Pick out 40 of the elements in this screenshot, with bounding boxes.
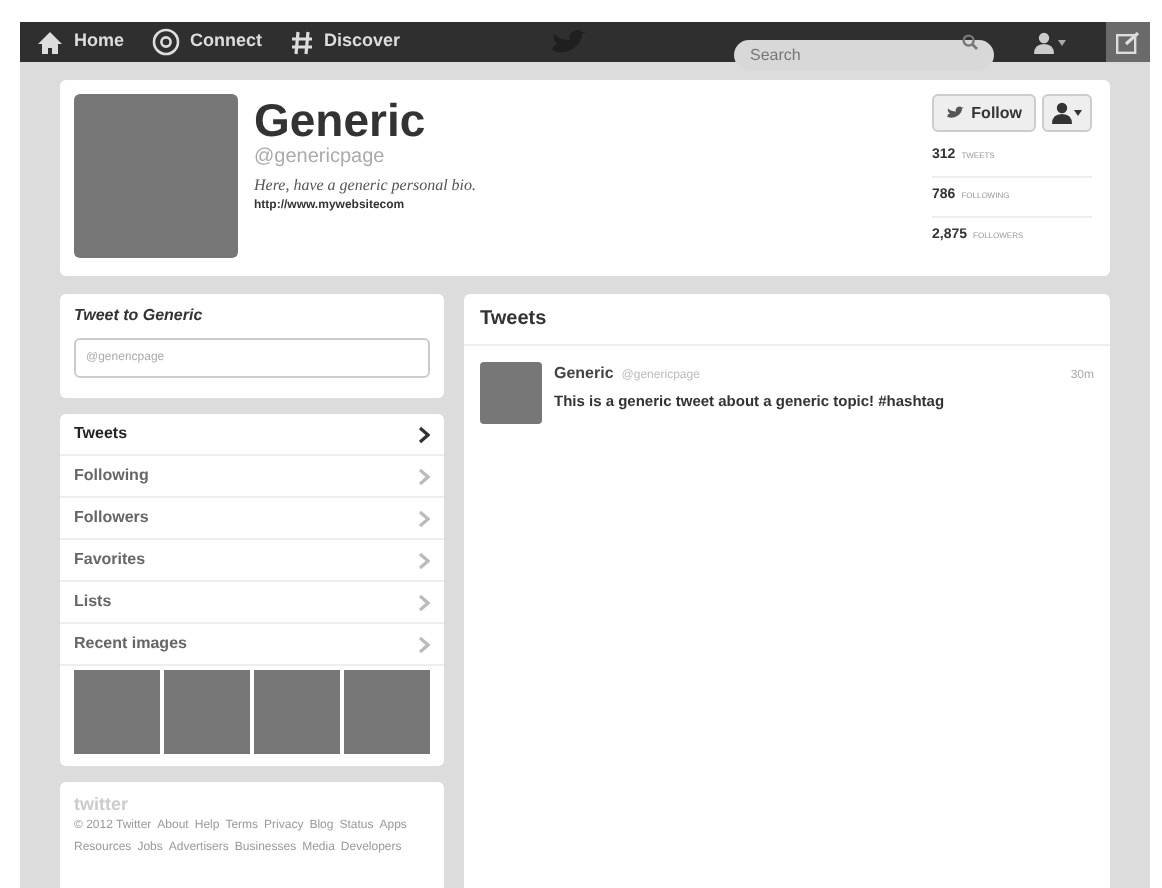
sidebar-item[interactable]: Recent images: [60, 624, 444, 666]
nav-link[interactable]: Home: [36, 28, 125, 56]
sidebar-item[interactable]: Tweets: [60, 414, 444, 456]
sidebar-item[interactable]: Favorites: [60, 540, 444, 582]
compose-button[interactable]: [1106, 22, 1150, 62]
account-menu-button[interactable]: [1034, 31, 1066, 53]
chevron-icon: [418, 425, 430, 443]
user-actions-button[interactable]: [1042, 94, 1092, 132]
image-thumbnail: [74, 670, 160, 754]
person-icon: [1034, 31, 1054, 53]
profile-handle: @genericpage: [254, 146, 387, 170]
nav-link[interactable]: Connect: [152, 28, 263, 56]
avatar: [480, 362, 542, 424]
chevron-icon: [418, 467, 430, 485]
tweet-box-title: Tweet to Generic: [74, 304, 205, 328]
caret-icon: [1058, 39, 1066, 45]
chevron-icon: [418, 509, 430, 527]
house-icon: [36, 29, 64, 55]
bird-icon: [945, 106, 964, 120]
chevron-icon: [418, 551, 430, 569]
timeline-title: Tweets: [464, 294, 1110, 346]
tweet-author: Generic: [554, 362, 614, 386]
search-field[interactable]: Search: [734, 39, 994, 69]
image-thumbnail: [164, 670, 250, 754]
follow-button[interactable]: Follow: [931, 94, 1036, 132]
hash-icon: [290, 29, 315, 55]
person-icon: [1052, 102, 1072, 124]
profile-name: Generic: [254, 94, 428, 146]
search-icon: [962, 34, 978, 50]
compose-icon: [1116, 31, 1140, 53]
image-thumbnail: [254, 670, 340, 754]
chevron-icon: [418, 593, 430, 611]
sidebar-item[interactable]: Lists: [60, 582, 444, 624]
sidebar-item[interactable]: Followers: [60, 498, 444, 540]
nav-link[interactable]: Discover: [290, 28, 401, 56]
caret-icon: [1074, 110, 1082, 116]
chevron-icon: [418, 635, 430, 653]
sidebar-item[interactable]: Following: [60, 456, 444, 498]
image-thumbnail: [344, 670, 430, 754]
profile-bio: Here, have a generic personal bio.: [254, 174, 479, 198]
